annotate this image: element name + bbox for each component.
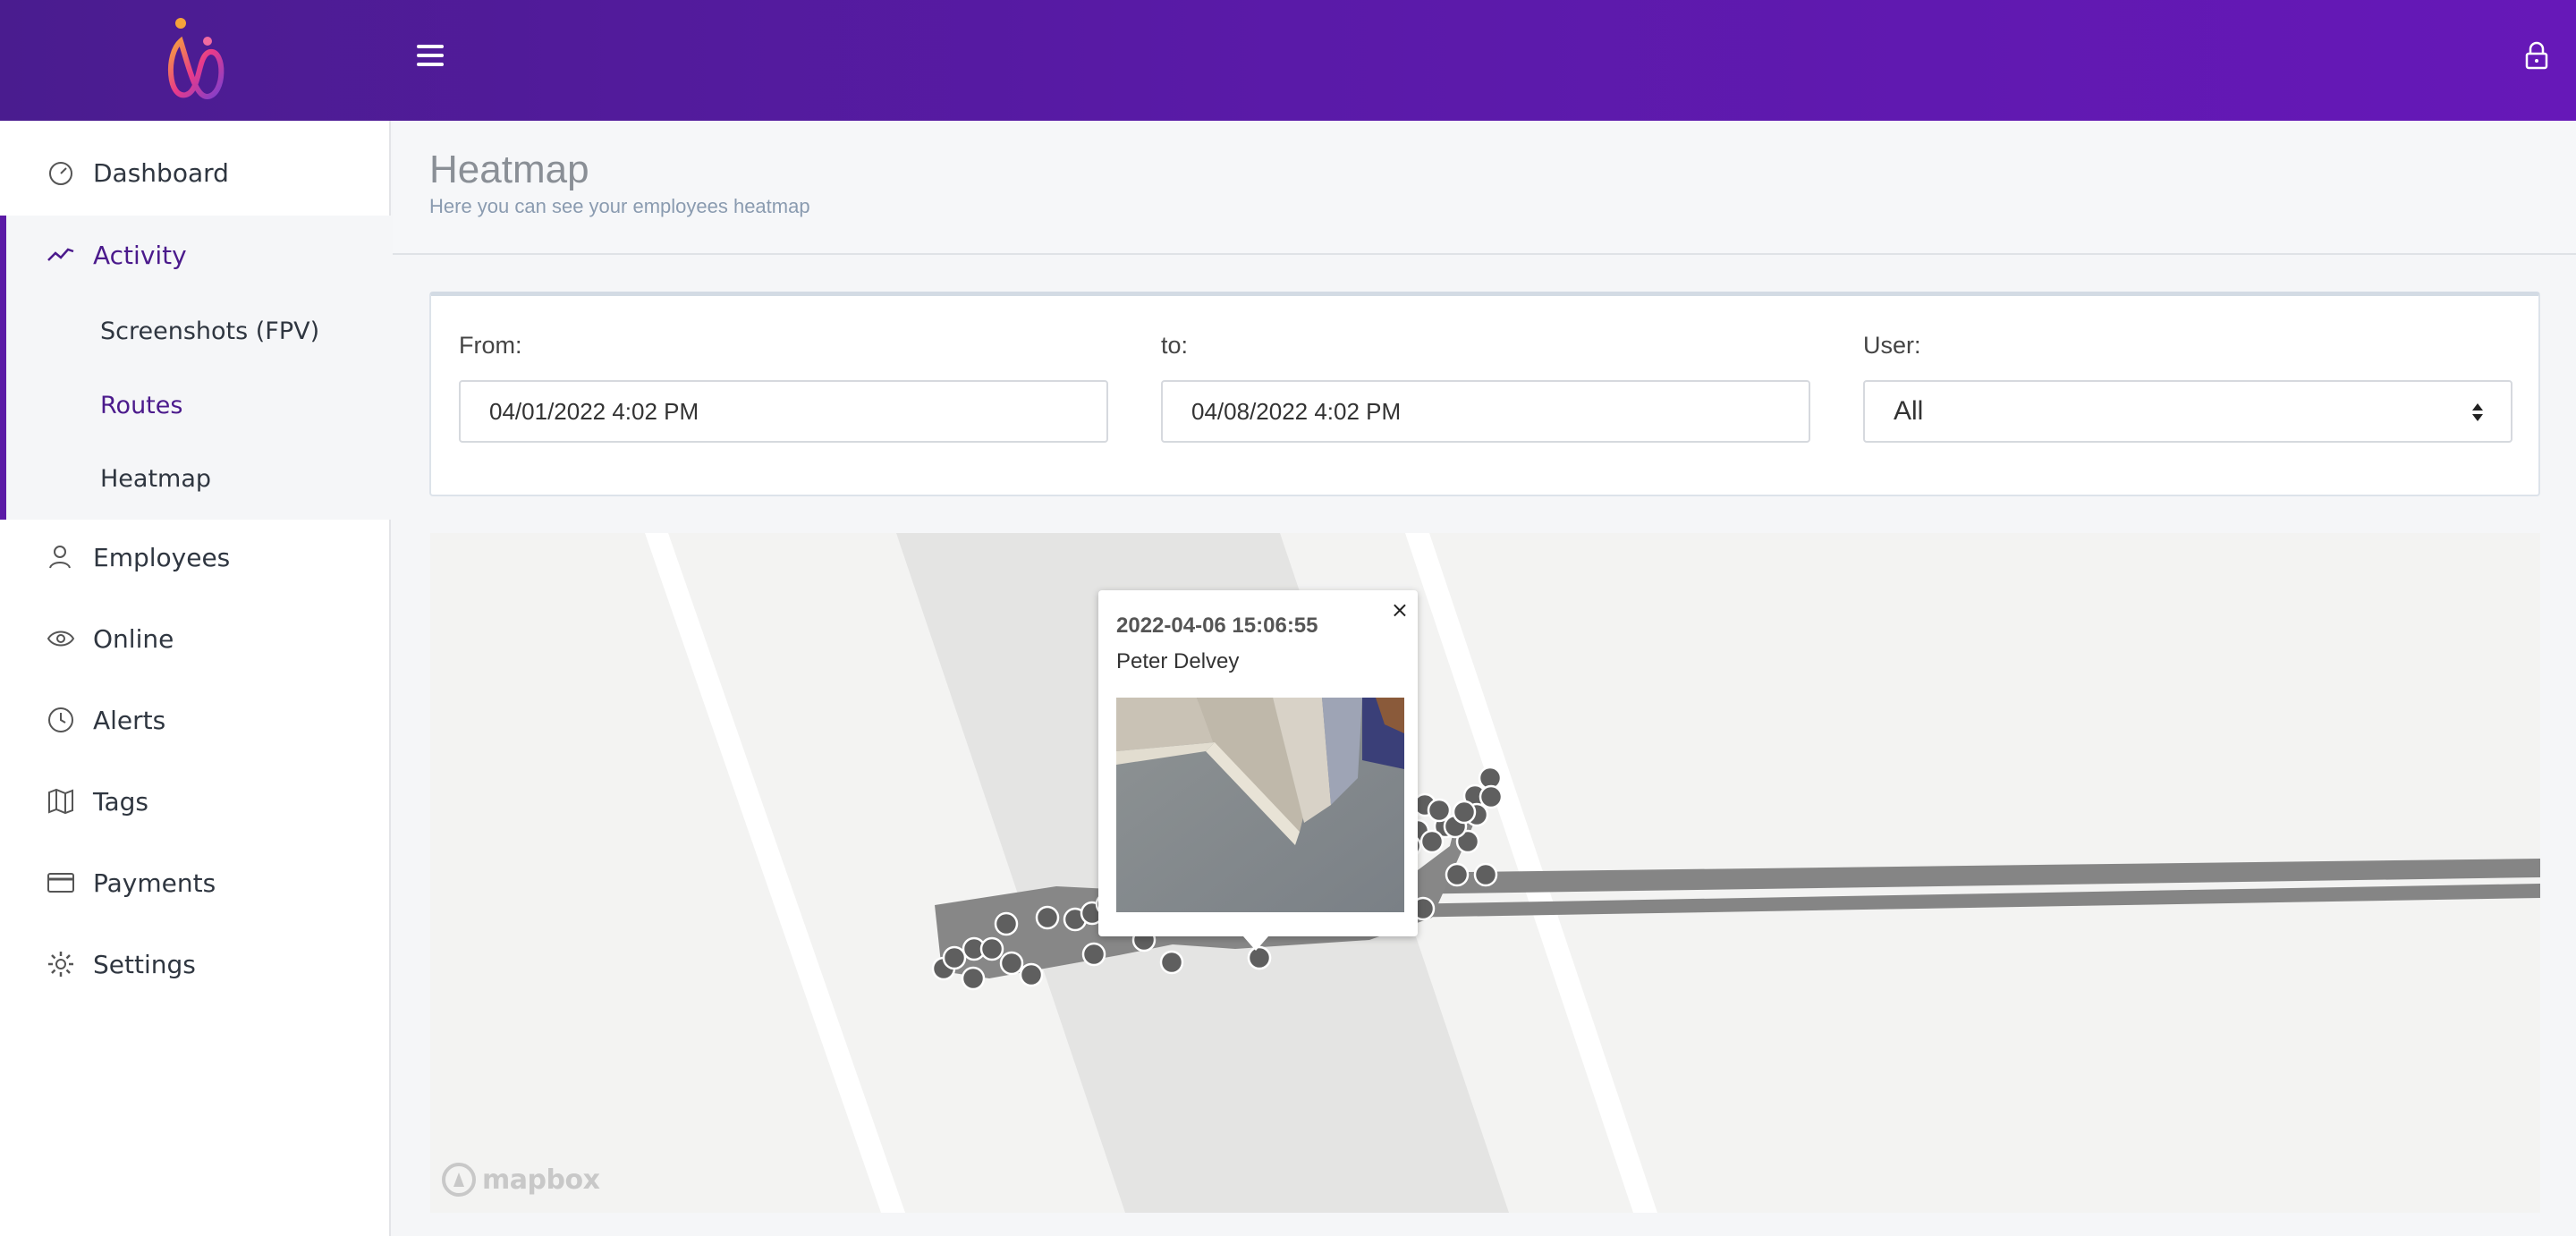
user-select[interactable]: All	[1863, 380, 2512, 443]
credit-card-icon	[47, 873, 74, 893]
from-label: From:	[459, 332, 522, 359]
sidebar-item-settings[interactable]: Settings	[0, 928, 391, 1000]
gauge-icon	[49, 162, 72, 185]
activity-icon	[47, 248, 74, 261]
menu-toggle-icon[interactable]	[417, 45, 444, 72]
clock-icon	[48, 707, 73, 732]
mapbox-attribution-text: mapbox	[482, 1164, 600, 1196]
popup-close-button[interactable]: ×	[1391, 597, 1409, 622]
sidebar-subitem-heatmap[interactable]: Heatmap	[100, 465, 211, 493]
sidebar: Dashboard Activity Screenshots (FPV) Rou…	[0, 121, 391, 1236]
user-icon	[49, 546, 71, 569]
sidebar-item-label: Activity	[93, 240, 187, 270]
sidebar-item-label: Payments	[93, 868, 216, 898]
sidebar-item-label: Employees	[93, 542, 231, 572]
gear-icon	[48, 952, 73, 977]
popup-timestamp: 2022-04-06 15:06:55	[1116, 614, 1318, 638]
sidebar-item-activity[interactable]: Activity	[0, 219, 391, 291]
mapbox-icon	[442, 1163, 476, 1197]
sidebar-item-alerts[interactable]: Alerts	[0, 684, 391, 756]
sidebar-item-employees[interactable]: Employees	[0, 521, 391, 593]
sidebar-item-dashboard[interactable]: Dashboard	[0, 137, 391, 208]
popup-screenshot-image[interactable]	[1116, 698, 1404, 912]
select-caret-icon	[2472, 403, 2483, 421]
filter-card: From: 04/01/2022 4:02 PM to: 04/08/2022 …	[429, 292, 2540, 496]
page-title: Heatmap	[429, 148, 589, 191]
sidebar-subitem-routes[interactable]: Routes	[100, 392, 182, 419]
sidebar-item-online[interactable]: Online	[0, 603, 391, 674]
page-subtitle: Here you can see your employees heatmap	[429, 195, 810, 217]
sidebar-item-label: Alerts	[93, 705, 166, 735]
popup-user-name: Peter Delvey	[1116, 649, 1240, 673]
from-date-input[interactable]: 04/01/2022 4:02 PM	[459, 380, 1108, 443]
sidebar-item-label: Online	[93, 623, 174, 654]
eye-icon	[47, 631, 75, 647]
app-logo[interactable]	[161, 14, 229, 104]
to-date-input[interactable]: 04/08/2022 4:02 PM	[1161, 380, 1810, 443]
top-bar	[0, 0, 2576, 121]
mapbox-attribution-logo[interactable]: mapbox	[441, 1162, 600, 1198]
sidebar-item-label: Settings	[93, 949, 196, 979]
map-icon	[48, 788, 73, 815]
sidebar-item-label: Dashboard	[93, 157, 229, 188]
sidebar-item-payments[interactable]: Payments	[0, 847, 391, 919]
sidebar-item-tags[interactable]: Tags	[0, 766, 391, 837]
sidebar-subitem-screenshots[interactable]: Screenshots (FPV)	[100, 317, 319, 345]
to-label: to:	[1161, 332, 1189, 359]
user-label: User:	[1863, 332, 1921, 359]
user-select-value: All	[1894, 396, 1924, 426]
location-popup: × 2022-04-06 15:06:55 Peter Delvey	[1098, 590, 1418, 936]
sidebar-item-label: Tags	[93, 786, 148, 817]
popup-pointer	[1243, 936, 1268, 951]
heatmap-map[interactable]: × 2022-04-06 15:06:55 Peter Delvey mapbo…	[430, 533, 2540, 1213]
map-canvas	[645, 533, 2540, 1213]
page-header: Heatmap Here you can see your employees …	[393, 121, 2576, 255]
lock-icon[interactable]	[2524, 41, 2549, 70]
